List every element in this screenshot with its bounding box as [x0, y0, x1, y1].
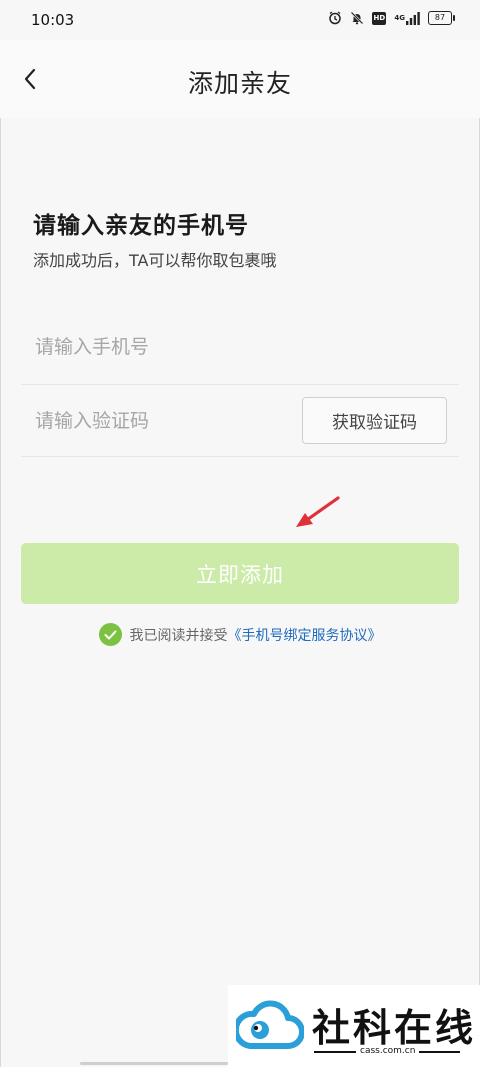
- phone-field-row: [21, 312, 459, 385]
- network-label: 4G: [394, 13, 405, 22]
- watermark: 社科在线 cass.com.cn: [228, 985, 480, 1067]
- check-icon: [104, 630, 116, 639]
- status-icons: HD 4G 87: [328, 11, 455, 25]
- mute-bell-icon: [350, 11, 364, 25]
- agreement-row: 我已阅读并接受 《手机号绑定服务协议》: [0, 623, 480, 646]
- form-heading: 请输入亲友的手机号: [33, 213, 249, 239]
- alarm-icon: [328, 11, 342, 25]
- agreement-text: 我已阅读并接受: [129, 627, 228, 644]
- signal-icon: 4G: [394, 11, 420, 25]
- agreement-checkbox[interactable]: [98, 623, 122, 646]
- watermark-domain: cass.com.cn: [356, 1046, 420, 1056]
- watermark-text: 社科在线: [312, 1006, 477, 1050]
- nav-bar: 添加亲友: [0, 40, 480, 118]
- add-now-button[interactable]: 立即添加: [21, 543, 459, 604]
- page-title: 添加亲友: [187, 69, 292, 98]
- annotation-arrow-icon: [296, 496, 340, 527]
- hd-badge: HD: [372, 11, 387, 25]
- status-bar: 10:03 HD 4G 87: [0, 0, 480, 40]
- home-indicator: [80, 1062, 228, 1065]
- battery-icon: 87: [428, 11, 455, 25]
- form-subheading: 添加成功后，TA可以帮你取包裹哦: [33, 251, 277, 270]
- get-code-button[interactable]: 获取验证码: [302, 397, 447, 444]
- phone-input[interactable]: [33, 335, 297, 359]
- status-time: 10:03: [31, 11, 75, 29]
- code-field-row: 获取验证码: [21, 385, 459, 457]
- cloud-logo-icon: [236, 1000, 304, 1049]
- verification-code-input[interactable]: [33, 409, 297, 433]
- agreement-link[interactable]: 《手机号绑定服务协议》: [228, 625, 382, 645]
- phone-frame: [0, 0, 480, 1067]
